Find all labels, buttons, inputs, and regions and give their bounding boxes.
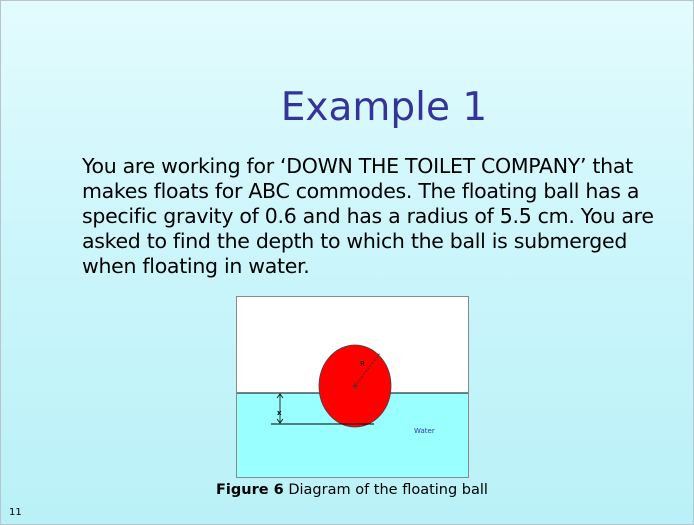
depth-label: x (277, 409, 282, 417)
figure-caption: Figure 6 Diagram of the floating ball (1, 482, 693, 498)
slide-title: Example 1 (280, 85, 488, 130)
problem-statement: You are working for ‘DOWN THE TOILET COM… (82, 154, 654, 278)
figure-caption-text: Diagram of the floating ball (283, 482, 488, 498)
diagram-svg: R x Water (237, 344, 468, 477)
slide-number: 11 (9, 507, 22, 518)
radius-label: R (360, 360, 365, 368)
water-label: Water (414, 427, 435, 435)
slide: Example 1 You are working for ‘DOWN THE … (0, 0, 694, 525)
figure-caption-label: Figure 6 (216, 482, 284, 498)
floating-ball-diagram: R x Water (236, 296, 469, 478)
